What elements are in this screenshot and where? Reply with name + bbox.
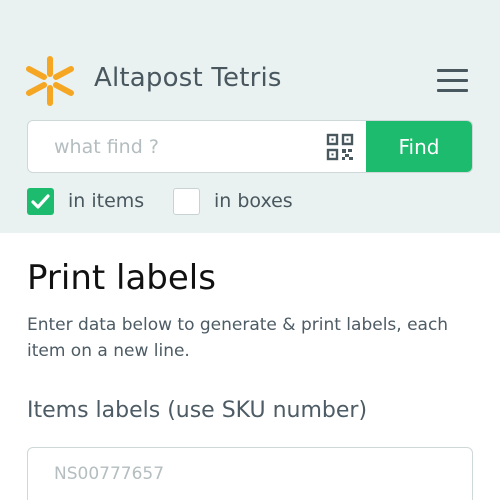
search-bar: Find <box>27 120 473 173</box>
page-description: Enter data below to generate & print lab… <box>27 315 449 361</box>
in-boxes-checkbox[interactable] <box>173 187 200 215</box>
app-header: Altapost Tetris Find <box>0 0 500 233</box>
in-boxes-label: in boxes <box>214 190 293 212</box>
app-title: Altapost Tetris <box>94 63 282 93</box>
find-button[interactable]: Find <box>366 121 472 172</box>
checkmark-icon <box>31 193 50 209</box>
in-boxes-option[interactable]: in boxes <box>173 187 293 215</box>
search-input[interactable] <box>28 121 368 172</box>
items-labels-heading: Items labels (use SKU number) <box>27 398 368 423</box>
in-items-label: in items <box>68 190 145 212</box>
asterisk-logo-icon[interactable] <box>25 55 75 107</box>
qr-code-icon[interactable] <box>326 133 354 161</box>
page-title: Print labels <box>27 258 216 298</box>
in-items-option[interactable]: in items <box>27 187 144 215</box>
items-sku-textarea[interactable] <box>27 447 473 500</box>
in-items-checkbox[interactable] <box>27 187 54 215</box>
hamburger-menu-icon[interactable] <box>436 67 470 93</box>
